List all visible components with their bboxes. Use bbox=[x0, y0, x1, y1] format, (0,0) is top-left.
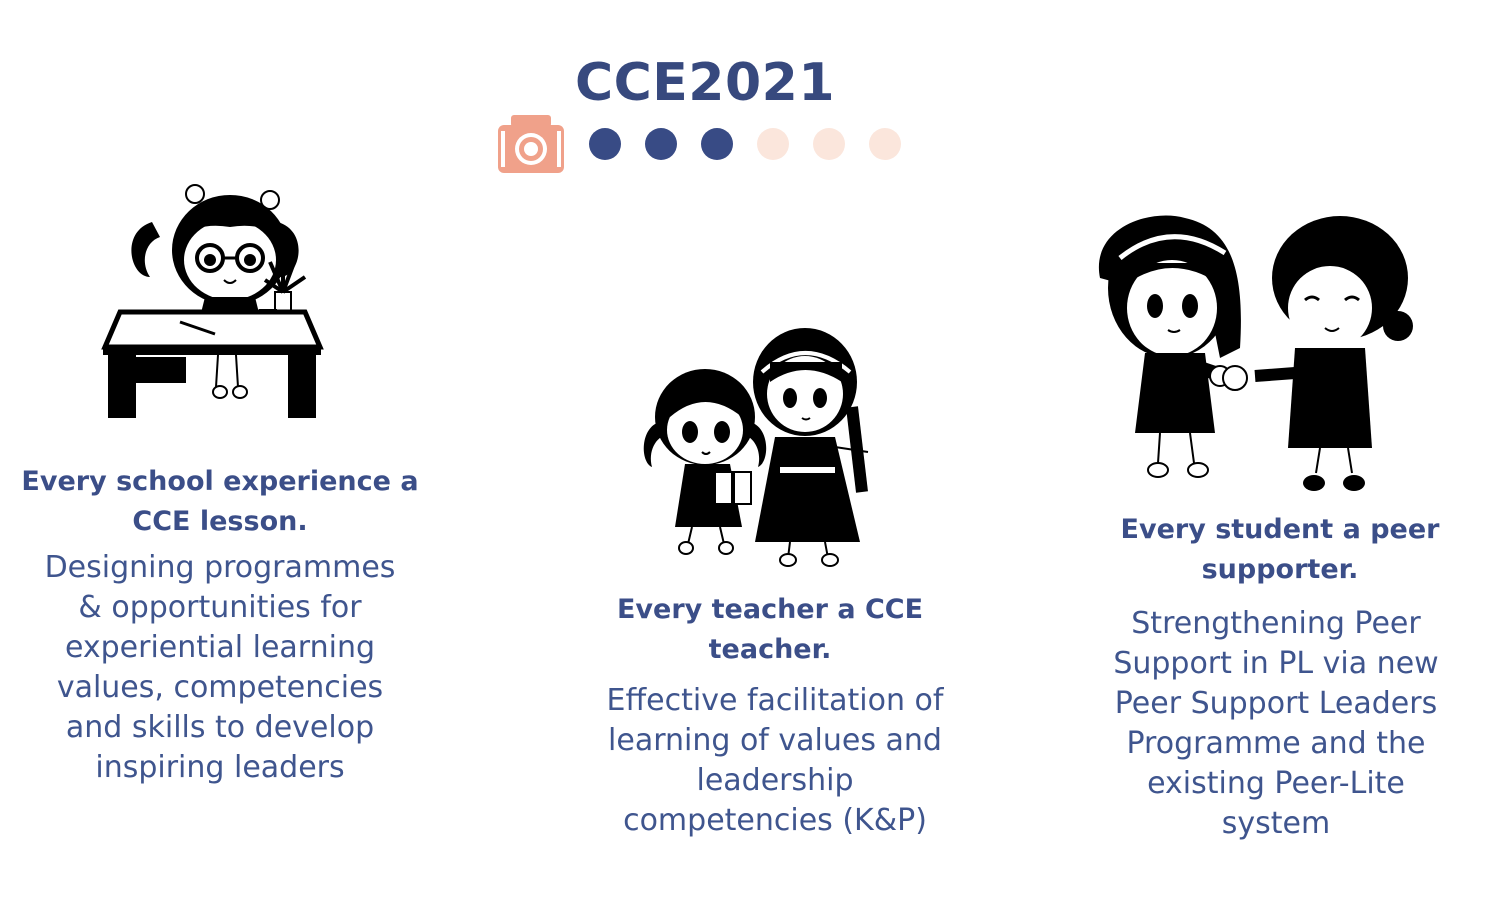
progress-dot-4[interactable] bbox=[757, 128, 789, 160]
page-title: CCE2021 bbox=[574, 52, 836, 113]
column-3-heading: Every student a peer supporter. bbox=[1120, 514, 1440, 585]
column-2-body: Effective facilitation of learning of va… bbox=[606, 683, 944, 838]
camera-icon[interactable] bbox=[497, 113, 565, 175]
progress-dot-2[interactable] bbox=[645, 128, 677, 160]
peer-support-illustration bbox=[1098, 215, 1413, 491]
column-3-body: Strengthening Peer Support in PL via new… bbox=[1113, 606, 1439, 841]
progress-dot-5[interactable] bbox=[813, 128, 845, 160]
column-2-heading: Every teacher a CCE teacher. bbox=[616, 594, 924, 665]
column-1-heading: Every school experience a CCE lesson. bbox=[21, 466, 419, 537]
column-1-body: Designing programmes & opportunities for… bbox=[44, 550, 396, 785]
progress-dot-1[interactable] bbox=[589, 128, 621, 160]
progress-dot-6[interactable] bbox=[869, 128, 901, 160]
girl-at-desk-illustration bbox=[101, 184, 324, 418]
teacher-with-child-illustration bbox=[643, 328, 869, 567]
progress-indicator bbox=[497, 113, 917, 175]
progress-dot-3[interactable] bbox=[701, 128, 733, 160]
